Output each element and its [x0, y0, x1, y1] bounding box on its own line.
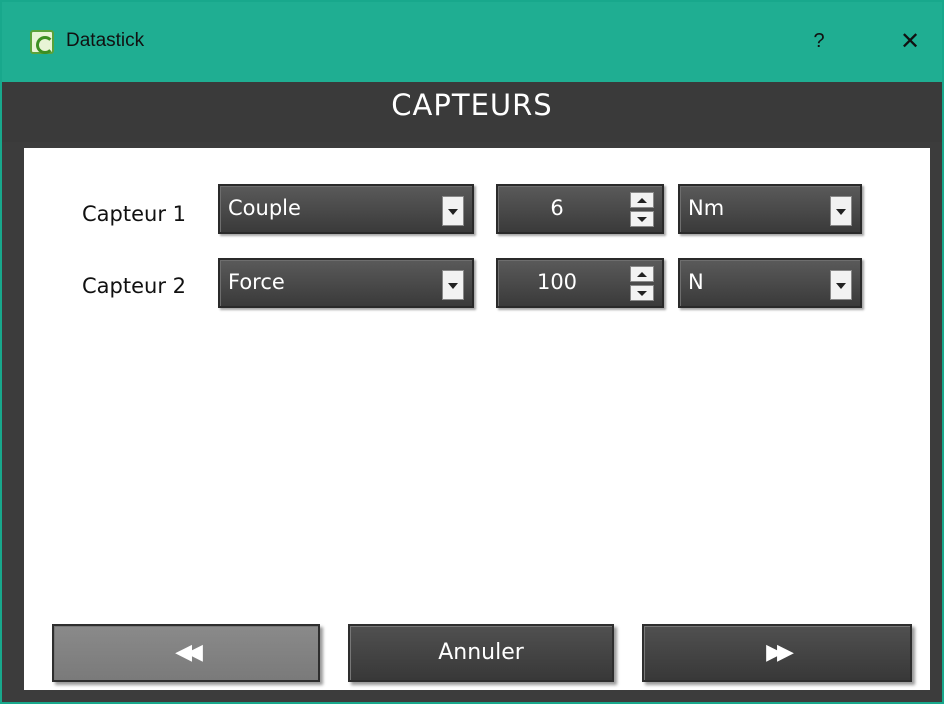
sensor-2-value[interactable]: 100 — [498, 270, 616, 294]
sensor-2-type-value: Force — [228, 270, 285, 294]
content-panel: Capteur 1 Couple 6 Nm Capteur 2 Force 10… — [24, 148, 930, 690]
sensor-2-type-select[interactable]: Force — [218, 258, 474, 308]
chevron-down-icon[interactable] — [442, 270, 464, 300]
cancel-button[interactable]: Annuler — [348, 624, 614, 682]
page-title: CAPTEURS — [2, 82, 942, 142]
chevron-down-icon[interactable] — [830, 270, 852, 300]
help-button[interactable]: ? — [802, 24, 836, 58]
sensor-1-type-value: Couple — [228, 196, 301, 220]
fast-forward-icon: ▶▶ — [766, 640, 794, 665]
sensor-1-value-stepper[interactable]: 6 — [496, 184, 664, 234]
sensor-1-unit-value: Nm — [688, 196, 725, 220]
decrement-arrow-icon[interactable] — [630, 211, 654, 227]
decrement-arrow-icon[interactable] — [630, 285, 654, 301]
previous-button[interactable]: ◀◀ — [52, 624, 320, 682]
chevron-down-icon[interactable] — [442, 196, 464, 226]
app-logo-icon — [30, 30, 54, 54]
chevron-down-icon[interactable] — [830, 196, 852, 226]
sensor-1-unit-select[interactable]: Nm — [678, 184, 862, 234]
dialog-window: Datastick ? ✕ CAPTEURS Capteur 1 Couple … — [0, 0, 944, 704]
sensor-1-value[interactable]: 6 — [498, 196, 616, 220]
sensor-1-type-select[interactable]: Couple — [218, 184, 474, 234]
sensor-2-value-stepper[interactable]: 100 — [496, 258, 664, 308]
sensor-2-label: Capteur 2 — [82, 274, 186, 298]
next-button[interactable]: ▶▶ — [642, 624, 912, 682]
close-button[interactable]: ✕ — [890, 24, 930, 58]
rewind-icon: ◀◀ — [175, 640, 203, 665]
cancel-button-label: Annuler — [438, 640, 524, 665]
sensor-2-unit-select[interactable]: N — [678, 258, 862, 308]
increment-arrow-icon[interactable] — [630, 192, 654, 208]
window-title: Datastick — [66, 30, 145, 51]
sensor-1-label: Capteur 1 — [82, 202, 186, 226]
sensor-2-unit-value: N — [688, 270, 704, 294]
title-bar[interactable]: Datastick ? ✕ — [2, 2, 942, 82]
increment-arrow-icon[interactable] — [630, 266, 654, 282]
